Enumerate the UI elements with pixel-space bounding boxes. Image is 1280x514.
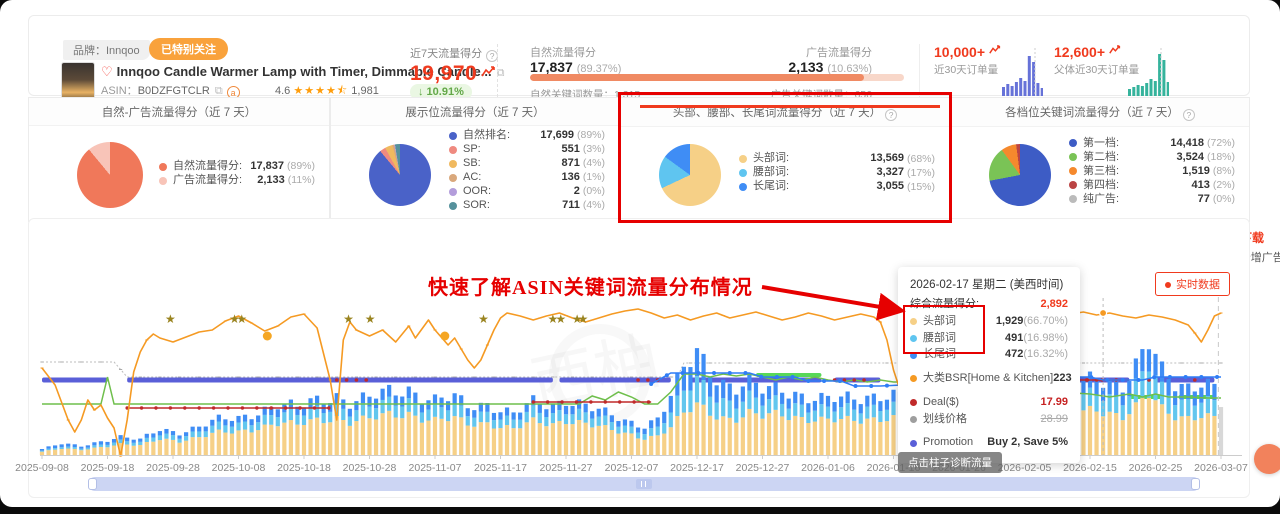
series-dot-icon (910, 334, 917, 342)
scrollbar-drag-nub[interactable] (636, 479, 652, 489)
series-dot-icon (910, 318, 917, 326)
chart-tooltip: 2026-02-17 星期二 (美西时间) 综合流量得分: 2,892 头部词 1… (898, 267, 1080, 463)
traffic-trend-chart[interactable]: 西柚★ ★★ ★ ★ ★ ★★ ★★2025-09-08 2025-09-18 2025-09-… (0, 0, 1280, 507)
svg-text:2025-11-07: 2025-11-07 (409, 462, 462, 474)
svg-text:2025-11-27: 2025-11-27 (540, 462, 593, 474)
svg-text:2025-12-27: 2025-12-27 (736, 462, 790, 474)
svg-text:2025-10-18: 2025-10-18 (277, 462, 331, 474)
tooltip-keyword-rows: 头部词 1,929(66.70%) 腰部词 491(16.98%) 长尾词 472(16.… (910, 315, 1068, 362)
tooltip-keyword-row: 腰部词 491(16.98%) (910, 332, 1068, 346)
tooltip-strike-row: 划线价格 28.99 (910, 413, 1068, 427)
svg-text:★: ★ (578, 312, 589, 326)
annotation-red-underline (640, 105, 940, 108)
chart-range-scrollbar[interactable] (88, 477, 1200, 491)
svg-text:2025-12-07: 2025-12-07 (605, 462, 659, 474)
app-window: 品牌：Innqoo 已特别关注 ♡ Innqoo Candle Warmer La… (0, 0, 1280, 507)
tooltip-keyword-row: 长尾词 472(16.32%) (910, 348, 1068, 362)
svg-text:2025-12-17: 2025-12-17 (670, 462, 724, 474)
tooltip-summary-row: 综合流量得分: 2,892 (910, 298, 1068, 310)
svg-text:2025-09-18: 2025-09-18 (81, 462, 135, 474)
series-dot-icon (910, 375, 917, 383)
svg-text:2026-03-07: 2026-03-07 (1194, 462, 1248, 474)
tooltip-promo-row: Promotion Buy 2, Save 5% (910, 436, 1068, 450)
series-dot-icon (910, 351, 917, 359)
annotation-text: 快速了解ASIN关键词流量分布情况 (428, 277, 753, 299)
svg-text:★: ★ (165, 312, 176, 326)
tooltip-date: 2026-02-17 星期二 (美西时间) (910, 279, 1064, 291)
svg-text:★: ★ (343, 312, 354, 326)
dot-icon (1165, 282, 1171, 288)
svg-text:★: ★ (478, 312, 489, 326)
svg-text:★: ★ (236, 312, 247, 326)
tooltip-bsr-row: 大类BSR[Home & Kitchen] 223 (910, 372, 1072, 386)
realtime-data-button[interactable]: 实时数据 (1155, 272, 1230, 296)
svg-text:2026-02-15: 2026-02-15 (1063, 462, 1117, 474)
svg-text:2026-02-05: 2026-02-05 (998, 462, 1052, 474)
svg-text:2025-09-08: 2025-09-08 (15, 462, 69, 474)
series-dot-icon (910, 439, 917, 447)
tooltip-deal-row: Deal($) 17.99 (910, 396, 1068, 410)
scrollbar-left-handle[interactable] (88, 478, 97, 490)
svg-text:2025-10-28: 2025-10-28 (343, 462, 397, 474)
tooltip-keyword-row: 头部词 1,929(66.70%) (910, 315, 1068, 329)
svg-text:★: ★ (365, 312, 376, 326)
floating-action-button[interactable] (1254, 444, 1280, 474)
series-dot-icon (910, 399, 917, 407)
svg-text:2025-10-08: 2025-10-08 (212, 462, 266, 474)
svg-text:2025-09-28: 2025-09-28 (146, 462, 200, 474)
screenshot-root: 品牌：Innqoo 已特别关注 ♡ Innqoo Candle Warmer La… (0, 0, 1280, 514)
series-dot-icon (910, 415, 917, 423)
svg-text:★: ★ (555, 312, 566, 326)
svg-text:2026-02-25: 2026-02-25 (1129, 462, 1183, 474)
hint-bubble: 点击柱子诊断流量 (898, 452, 1002, 473)
scrollbar-right-handle[interactable] (1191, 478, 1200, 490)
svg-text:2026-01-06: 2026-01-06 (801, 462, 855, 474)
svg-text:2025-11-17: 2025-11-17 (474, 462, 527, 474)
